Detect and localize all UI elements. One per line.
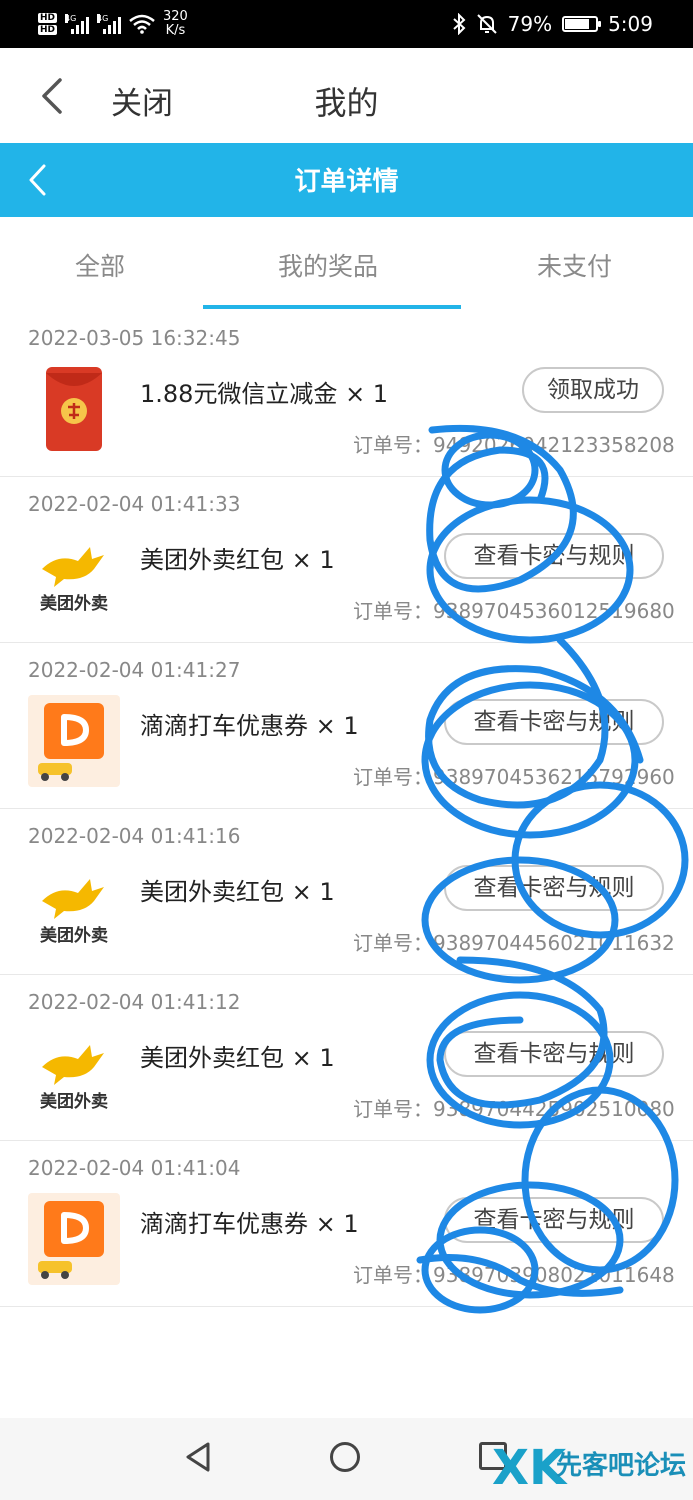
nav-home-icon[interactable] [330,1442,360,1472]
order-detail-header: 订单详情 [0,143,693,217]
battery-percent: 79% [507,12,553,36]
network-type-2: 4G [97,14,109,23]
order-item: 2022-02-04 01:41:27 滴滴打车优惠券 × 1 查看卡密与规则 … [0,643,693,809]
order-product-name: 美团外卖红包 × 1 [140,546,335,574]
svg-text:美团外卖: 美团外卖 [40,593,108,614]
order-date: 2022-03-05 16:32:45 [28,326,241,350]
didi-coupon-logo [28,695,120,787]
watermark-text: 先客吧论坛 [556,1450,686,1481]
wifi-icon [129,14,155,34]
order-date: 2022-02-04 01:41:27 [28,658,241,682]
order-number: 订单号：9389703908021011648 [353,1263,675,1287]
mute-bell-icon [476,14,497,34]
battery-icon [562,16,602,32]
page-title: 我的 [314,84,379,122]
tab-all[interactable]: 全部 [75,247,125,283]
meituan-waimai-logo: 美团外卖 [28,529,120,621]
didi-coupon-logo [28,1193,120,1285]
tab-unpaid[interactable]: 未支付 [537,247,612,283]
nav-back-icon[interactable] [184,1440,214,1474]
order-number: 订单号：9492026042123358208 [353,433,675,457]
signal-icon-2: 4G [97,14,122,34]
order-list: 2022-03-05 16:32:45 1.88元微信立减金 × 1 领取成功 … [0,311,693,1307]
network-type-1: 4G [65,14,77,23]
meituan-waimai-logo: 美团外卖 [28,861,120,953]
hd-badge-1: HD [38,13,58,23]
order-product-name: 美团外卖红包 × 1 [140,1044,335,1072]
order-product-name: 美团外卖红包 × 1 [140,878,335,906]
view-code-rules-button[interactable]: 查看卡密与规则 [444,533,664,579]
speed-value: 320 [163,9,188,24]
svg-text:美团外卖: 美团外卖 [40,1091,108,1112]
claimed-status-button[interactable]: 领取成功 [522,367,664,413]
svg-text:美团外卖: 美团外卖 [40,925,108,946]
tab-my-prizes[interactable]: 我的奖品 [278,247,378,283]
meituan-waimai-logo: 美团外卖 [28,1027,120,1119]
view-code-rules-button[interactable]: 查看卡密与规则 [444,865,664,911]
order-detail-title: 订单详情 [294,167,399,197]
order-number: 订单号：9389704425902510080 [353,1097,675,1121]
order-product-name: 滴滴打车优惠券 × 1 [140,712,359,740]
network-speed: 320 K/s [163,10,188,38]
hd-indicator: HD HD [38,13,58,35]
order-date: 2022-02-04 01:41:33 [28,492,241,516]
order-product-name: 滴滴打车优惠券 × 1 [140,1210,359,1238]
hd-badge-2: HD [38,25,58,35]
forum-watermark: XK 先客吧论坛 [492,1440,686,1496]
order-date: 2022-02-04 01:41:16 [28,824,241,848]
status-bar-right: 79% 5:09 [452,0,653,48]
order-item: 2022-02-04 01:41:33 美团外卖 美团外卖红包 × 1 查看卡密… [0,477,693,643]
order-item: 2022-02-04 01:41:04 滴滴打车优惠券 × 1 查看卡密与规则 … [0,1141,693,1307]
order-product-name: 1.88元微信立减金 × 1 [140,380,389,408]
order-number: 订单号：9389704456021011632 [353,931,675,955]
app-titlebar: 关闭 我的 [0,48,693,144]
order-number: 订单号：9389704536215792960 [353,765,675,789]
order-number: 订单号：9389704536012519680 [353,599,675,623]
wechat-red-envelope-icon [46,367,102,451]
order-date: 2022-02-04 01:41:12 [28,990,241,1014]
active-tab-indicator [203,305,461,309]
view-code-rules-button[interactable]: 查看卡密与规则 [444,699,664,745]
order-item: 2022-03-05 16:32:45 1.88元微信立减金 × 1 领取成功 … [0,311,693,477]
status-bar-left: HD HD 4G 4G 320 K/s [38,6,188,42]
signal-icon-1: 4G [65,14,90,34]
view-code-rules-button[interactable]: 查看卡密与规则 [444,1031,664,1077]
order-item: 2022-02-04 01:41:16 美团外卖 美团外卖红包 × 1 查看卡密… [0,809,693,975]
bluetooth-icon [452,13,466,35]
status-bar: HD HD 4G 4G 320 K/s 79% 5:09 [0,0,693,48]
order-date: 2022-02-04 01:41:04 [28,1156,241,1180]
view-code-rules-button[interactable]: 查看卡密与规则 [444,1197,664,1243]
speed-unit: K/s [165,23,186,38]
order-item: 2022-02-04 01:41:12 美团外卖 美团外卖红包 × 1 查看卡密… [0,975,693,1141]
tab-bar: 全部 我的奖品 未支付 [0,217,693,311]
clock: 5:09 [608,12,653,36]
